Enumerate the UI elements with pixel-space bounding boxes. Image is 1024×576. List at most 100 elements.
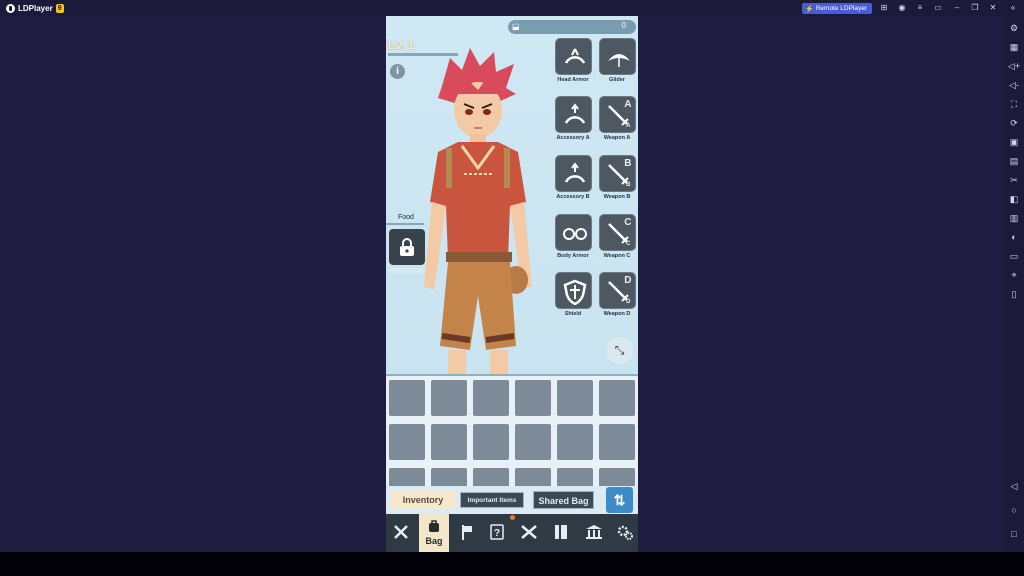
shake-icon[interactable]: ▯ (1008, 288, 1020, 300)
inventory-slot[interactable] (599, 468, 635, 486)
remote-ldplayer-button[interactable]: ⚡ Remote LDPlayer (802, 3, 872, 14)
page-indicator: · · · · · · (548, 352, 583, 359)
location-icon[interactable]: ⌖ (1008, 269, 1020, 281)
inventory-slot[interactable] (389, 424, 425, 460)
equip-slot-weapon-b[interactable]: B B Weapon B (597, 155, 637, 200)
equip-slot-body-armor[interactable]: Body Armor (553, 214, 593, 259)
sort-button[interactable]: ⇅ (606, 487, 633, 513)
lightning-icon: ⚡ (805, 5, 814, 13)
book-icon (555, 525, 567, 539)
inventory-slot[interactable] (557, 424, 593, 460)
bottom-nav: Bag ? (386, 514, 638, 552)
minimize-icon[interactable]: – (952, 3, 962, 13)
recent-icon[interactable]: □ (1008, 528, 1020, 540)
equip-slot-box[interactable]: BB (598, 155, 636, 192)
volume-down-icon[interactable]: ◁- (1008, 79, 1020, 91)
equip-slot-box[interactable] (554, 272, 592, 309)
record-icon[interactable]: ◧ (1008, 193, 1020, 205)
inventory-slot[interactable] (389, 468, 425, 486)
inventory-slot[interactable] (389, 380, 425, 416)
collapse-icon[interactable]: « (1008, 3, 1018, 13)
equip-slot-box[interactable] (554, 38, 592, 75)
equip-slot-box[interactable]: AA (598, 96, 636, 133)
shield-icon (563, 279, 586, 305)
inventory-slot[interactable] (473, 380, 509, 416)
equip-slot-label: Weapon D (603, 311, 631, 317)
close-menu-button[interactable] (386, 514, 416, 552)
menu-icon[interactable]: ≡ (915, 3, 925, 13)
nav-bag[interactable]: Bag (419, 514, 449, 552)
inventory-slot[interactable] (599, 424, 635, 460)
folder-icon[interactable]: ▭ (1008, 250, 1020, 262)
sync-icon[interactable]: ⟳ (1008, 117, 1020, 129)
equip-slot-weapon-a[interactable]: A A Weapon A (597, 96, 637, 141)
food-lock-button[interactable] (389, 229, 425, 265)
equip-slot-box[interactable] (554, 96, 592, 133)
glider-icon (607, 54, 630, 67)
nav-quest[interactable]: ? (482, 514, 512, 552)
inventory-slot[interactable] (515, 468, 551, 486)
emulator-bottom-strip (0, 552, 1024, 576)
tab-important-items[interactable]: Important Items (460, 492, 524, 508)
screenshot-icon[interactable]: ⛶ (1008, 98, 1020, 110)
equip-slot-accessory-b[interactable]: Accessory B (553, 155, 593, 200)
inventory-slot[interactable] (515, 424, 551, 460)
bag-tabs: Inventory Important Items Shared Bag ⇅ (386, 486, 638, 514)
scissors-icon[interactable]: ✂ (1008, 174, 1020, 186)
settings-icon[interactable]: ⚙ (1008, 22, 1020, 34)
nav-battle[interactable] (514, 514, 544, 552)
equip-slot-box[interactable]: CC (598, 214, 636, 251)
equip-slot-weapon-d[interactable]: D D Weapon D (597, 272, 637, 317)
inventory-slot[interactable] (431, 424, 467, 460)
nav-bank[interactable] (579, 514, 609, 552)
food-slot-underline (389, 268, 425, 273)
macro-icon[interactable]: ◐ (1008, 231, 1020, 243)
equip-slot-weapon-c[interactable]: C C Weapon C (597, 214, 637, 259)
equip-slot-box[interactable] (554, 155, 592, 192)
helmet-icon (564, 48, 585, 64)
home-icon[interactable]: ○ (1008, 504, 1020, 516)
equip-slot-box[interactable] (598, 38, 636, 75)
nav-book[interactable] (546, 514, 576, 552)
accessory-icon (564, 162, 585, 183)
back-icon[interactable]: ◁ (1008, 480, 1020, 492)
inventory-slot[interactable] (557, 468, 593, 486)
keyboard-icon[interactable]: ▦ (1008, 41, 1020, 53)
weapon-slot-letter-small: A (626, 123, 631, 129)
user-icon[interactable]: ◉ (897, 3, 907, 13)
multi-instance-icon[interactable]: ▤ (1008, 155, 1020, 167)
equip-slot-box[interactable] (554, 214, 592, 251)
equip-slot-accessory-a[interactable]: Accessory A (553, 96, 593, 141)
nav-settings[interactable] (610, 514, 638, 552)
collapse-view-button[interactable]: ⤡ (606, 337, 633, 364)
equip-slot-box[interactable]: DD (598, 272, 636, 309)
inventory-slot[interactable] (557, 380, 593, 416)
coin-icon: ⬓ (512, 22, 520, 31)
inventory-slot[interactable] (431, 468, 467, 486)
inventory-slot[interactable] (473, 468, 509, 486)
restore-icon[interactable]: ❐ (970, 3, 980, 13)
equip-slot-label: Weapon A (603, 135, 631, 141)
window-icon[interactable]: ▭ (933, 3, 943, 13)
equip-slot-head-armor[interactable]: Head Armor (553, 38, 593, 83)
nav-bag-label: Bag (425, 536, 443, 546)
equip-slot-glider[interactable]: Glider (597, 38, 637, 83)
inventory-slot[interactable] (515, 380, 551, 416)
weapon-slot-letter: B (624, 158, 632, 169)
equip-slot-label: Body Armor (557, 253, 589, 259)
inventory-slot[interactable] (599, 380, 635, 416)
volume-up-icon[interactable]: ◁+ (1008, 60, 1020, 72)
nav-flag[interactable] (452, 514, 482, 552)
inventory-slot[interactable] (431, 380, 467, 416)
operation-icon[interactable]: ▥ (1008, 212, 1020, 224)
apk-icon[interactable]: ▣ (1008, 136, 1020, 148)
tab-shared-bag[interactable]: Shared Bag (533, 491, 594, 509)
close-icon[interactable]: ✕ (988, 3, 998, 13)
emulator-titlebar: LDPlayer 9 ⚡ Remote LDPlayer ⊞ ◉ ≡ ▭ – ❐… (0, 0, 1024, 16)
equip-slot-shield[interactable]: Shield (553, 272, 593, 317)
currency-bar: ⬓ 0 (508, 20, 636, 34)
gamepad-icon[interactable]: ⊞ (879, 3, 889, 13)
crossed-swords-icon (521, 525, 537, 539)
inventory-slot[interactable] (473, 424, 509, 460)
tab-inventory[interactable]: Inventory (390, 491, 456, 509)
